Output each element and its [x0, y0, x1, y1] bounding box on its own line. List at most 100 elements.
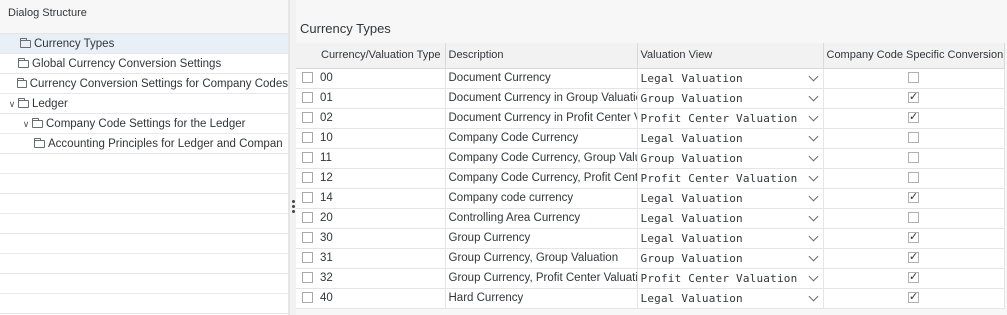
- cc-specific-checkbox[interactable]: [908, 230, 919, 244]
- pane-splitter[interactable]: [289, 0, 296, 315]
- tree-item[interactable]: Currency Conversion Settings for Company…: [0, 74, 288, 94]
- table-row[interactable]: 40 Hard Currency Legal Valuation: [296, 288, 1005, 309]
- table-row[interactable]: 02 Document Currency in Profit Center V Pr…: [296, 108, 1005, 129]
- tree-item[interactable]: ∨ Ledger: [0, 94, 288, 114]
- description-cell[interactable]: Group Currency, Profit Center Valuati: [445, 268, 638, 289]
- table-row[interactable]: 31 Group Currency, Group Valuation Group V…: [296, 248, 1005, 269]
- description-cell[interactable]: Document Currency in Group Valuatio: [445, 88, 638, 109]
- type-cell[interactable]: 02: [318, 108, 446, 129]
- column-header-description[interactable]: Description: [445, 43, 638, 69]
- description-cell[interactable]: Company code currency: [445, 188, 638, 209]
- row-selector[interactable]: [296, 248, 318, 269]
- description-cell[interactable]: Company Code Currency, Group Valu: [445, 148, 638, 169]
- row-selector[interactable]: [296, 88, 318, 109]
- valuation-view-select[interactable]: Legal Valuation: [637, 228, 824, 249]
- row-selector[interactable]: [296, 68, 318, 89]
- cc-specific-checkbox[interactable]: [908, 110, 919, 124]
- row-selector[interactable]: [296, 268, 318, 289]
- tree-item[interactable]: Global Currency Conversion Settings: [0, 54, 288, 74]
- chevron-down-icon[interactable]: [808, 71, 818, 81]
- type-cell[interactable]: 30: [318, 228, 446, 249]
- cc-specific-checkbox[interactable]: [908, 172, 919, 184]
- row-select-box[interactable]: [301, 172, 313, 184]
- row-select-box[interactable]: [301, 212, 313, 224]
- expand-chevron-icon[interactable]: ∨: [20, 114, 32, 133]
- table-row[interactable]: 01 Document Currency in Group Valuatio Gro…: [296, 88, 1005, 109]
- type-cell[interactable]: 31: [318, 248, 446, 269]
- cc-specific-checkbox[interactable]: [908, 290, 919, 304]
- cc-specific-checkbox[interactable]: [908, 72, 919, 84]
- chevron-down-icon[interactable]: [808, 111, 818, 121]
- valuation-view-select[interactable]: Legal Valuation: [637, 288, 824, 309]
- type-cell[interactable]: 12: [318, 168, 446, 189]
- row-selector[interactable]: [296, 128, 318, 149]
- type-cell[interactable]: 00: [318, 68, 446, 89]
- valuation-view-select[interactable]: Group Valuation: [637, 248, 824, 269]
- row-selector[interactable]: [296, 148, 318, 169]
- valuation-view-select[interactable]: Profit Center Valuation: [637, 268, 824, 289]
- cc-specific-checkbox[interactable]: [908, 190, 919, 204]
- chevron-down-icon[interactable]: [808, 211, 818, 221]
- row-selector[interactable]: [296, 228, 318, 249]
- type-cell[interactable]: 20: [318, 208, 446, 229]
- row-select-box[interactable]: [301, 72, 313, 84]
- tree-item[interactable]: Currency Types: [0, 34, 288, 54]
- tree-item[interactable]: Accounting Principles for Ledger and Com…: [0, 134, 288, 154]
- valuation-view-select[interactable]: Legal Valuation: [637, 208, 824, 229]
- row-select-box[interactable]: [301, 92, 313, 104]
- row-select-box[interactable]: [301, 272, 313, 284]
- valuation-view-select[interactable]: Group Valuation: [637, 88, 824, 109]
- description-cell[interactable]: Company Code Currency, Profit Cent: [445, 168, 638, 189]
- row-selector[interactable]: [296, 208, 318, 229]
- row-select-box[interactable]: [301, 192, 313, 204]
- type-cell[interactable]: 10: [318, 128, 446, 149]
- description-cell[interactable]: Document Currency in Profit Center V: [445, 108, 638, 129]
- table-row[interactable]: 14 Company code currency Legal Valuation: [296, 188, 1005, 209]
- cc-specific-checkbox[interactable]: [908, 212, 919, 224]
- type-cell[interactable]: 01: [318, 88, 446, 109]
- row-select-box[interactable]: [301, 292, 313, 304]
- valuation-view-select[interactable]: Legal Valuation: [637, 188, 824, 209]
- valuation-view-select[interactable]: Group Valuation: [637, 148, 824, 169]
- row-selector[interactable]: [296, 168, 318, 189]
- description-cell[interactable]: Group Currency, Group Valuation: [445, 248, 638, 269]
- table-row[interactable]: 32 Group Currency, Profit Center Valuati P…: [296, 268, 1005, 289]
- description-cell[interactable]: Company Code Currency: [445, 128, 638, 149]
- table-row[interactable]: 20 Controlling Area Currency Legal Valuati…: [296, 208, 1005, 229]
- description-cell[interactable]: Controlling Area Currency: [445, 208, 638, 229]
- valuation-view-select[interactable]: Profit Center Valuation: [637, 108, 824, 129]
- chevron-down-icon[interactable]: [808, 251, 818, 261]
- valuation-view-select[interactable]: Profit Center Valuation: [637, 168, 824, 189]
- type-cell[interactable]: 32: [318, 268, 446, 289]
- cc-specific-checkbox[interactable]: [908, 152, 919, 164]
- valuation-view-select[interactable]: Legal Valuation: [637, 68, 824, 89]
- description-cell[interactable]: Hard Currency: [445, 288, 638, 309]
- description-cell[interactable]: Group Currency: [445, 228, 638, 249]
- table-row[interactable]: 30 Group Currency Legal Valuation: [296, 228, 1005, 249]
- chevron-down-icon[interactable]: [808, 151, 818, 161]
- row-select-box[interactable]: [301, 132, 313, 144]
- column-header-cc-specific[interactable]: Company Code Specific Conversion: [823, 43, 1005, 69]
- row-selector[interactable]: [296, 188, 318, 209]
- cc-specific-checkbox[interactable]: [908, 270, 919, 284]
- column-header-type[interactable]: Currency/Valuation Type: [318, 43, 446, 69]
- type-cell[interactable]: 40: [318, 288, 446, 309]
- row-select-box[interactable]: [301, 232, 313, 244]
- chevron-down-icon[interactable]: [808, 91, 818, 101]
- description-cell[interactable]: Document Currency: [445, 68, 638, 89]
- chevron-down-icon[interactable]: [808, 231, 818, 241]
- select-all-header[interactable]: [296, 43, 318, 69]
- chevron-down-icon[interactable]: [808, 291, 818, 301]
- cc-specific-checkbox[interactable]: [908, 250, 919, 264]
- tree-item[interactable]: ∨ Company Code Settings for the Ledger: [0, 114, 288, 134]
- row-select-box[interactable]: [301, 252, 313, 264]
- splitter-grip-icon[interactable]: [292, 200, 295, 214]
- row-select-box[interactable]: [301, 112, 313, 124]
- row-selector[interactable]: [296, 108, 318, 129]
- chevron-down-icon[interactable]: [808, 171, 818, 181]
- chevron-down-icon[interactable]: [808, 191, 818, 201]
- type-cell[interactable]: 11: [318, 148, 446, 169]
- row-selector[interactable]: [296, 288, 318, 309]
- cc-specific-checkbox[interactable]: [908, 90, 919, 104]
- cc-specific-checkbox[interactable]: [908, 132, 919, 144]
